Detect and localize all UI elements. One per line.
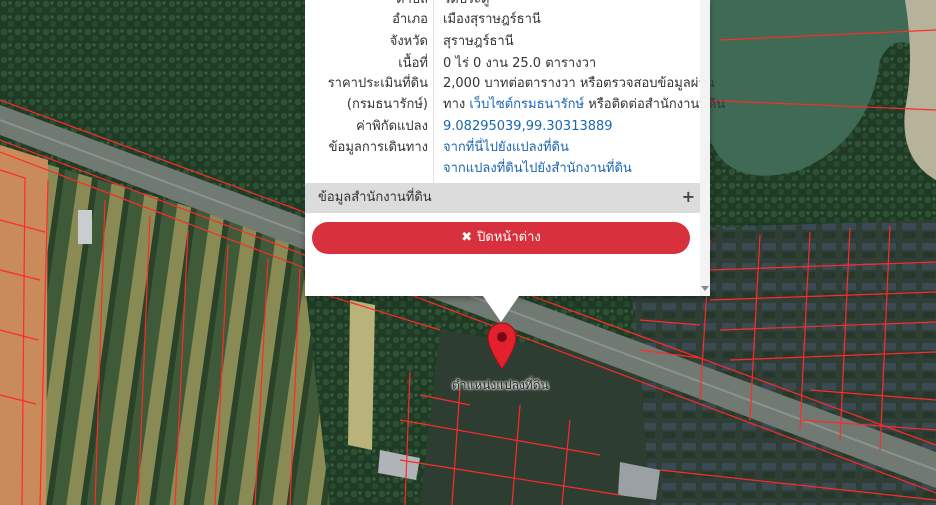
scroll-down-arrow-icon[interactable] [701, 286, 709, 291]
row-directions-2: จากแปลงที่ดินไปยังสำนักงานที่ดิน [305, 158, 700, 180]
building [78, 210, 92, 244]
close-window-button[interactable]: ✖ ปิดหน้าต่าง [312, 222, 690, 254]
price-label-2: (กรมธนารักษ์) [346, 97, 428, 112]
directions-to-office-link[interactable]: จากแปลงที่ดินไปยังสำนักงานที่ดิน [443, 161, 632, 176]
row-province: จังหวัด สุราษฎร์ธานี [305, 31, 700, 53]
treasury-website-link[interactable]: เว็บไซต์กรมธนารักษ์ [469, 97, 584, 112]
expand-plus-icon[interactable]: + [682, 182, 695, 212]
close-window-label: ปิดหน้าต่าง [477, 230, 541, 245]
directions-to-parcel-link[interactable]: จากที่นี่ไปยังแปลงที่ดิน [443, 140, 569, 155]
directions-value-2: จากแปลงที่ดินไปยังสำนักงานที่ดิน [443, 158, 632, 180]
land-office-title: ข้อมูลสำนักงานที่ดิน [318, 190, 432, 205]
row-price: ราคาประเมินที่ดิน 2,000 บาทต่อตารางวา หร… [305, 73, 715, 95]
district-label: อำเภอ [392, 12, 428, 27]
coords-label: ค่าพิกัดแปลง [356, 119, 428, 134]
row-directions: ข้อมูลการเดินทาง จากที่นี่ไปยังแปลงที่ดิ… [305, 137, 700, 159]
coords-link[interactable]: 9.08295039,99.30313889 [443, 119, 613, 134]
directions-label: ข้อมูลการเดินทาง [328, 140, 428, 155]
row-area: เนื้อที่ 0 ไร่ 0 งาน 25.0 ตารางวา [305, 53, 700, 75]
province-value: สุราษฎร์ธานี [443, 34, 514, 49]
map-pin-icon[interactable] [486, 322, 518, 370]
field-strip [348, 300, 375, 450]
row-district: อำเภอ เมืองสุราษฎร์ธานี [305, 9, 700, 31]
district-value: เมืองสุราษฎร์ธานี [443, 12, 541, 27]
area-value: 0 ไร่ 0 งาน 25.0 ตารางวา [443, 56, 597, 71]
price-value: 2,000 บาทต่อตารางวา หรือตรวจสอบข้อมูลผ่า… [443, 76, 715, 91]
popup-scrollbar[interactable] [700, 0, 710, 296]
row-coords: ค่าพิกัดแปลง 9.08295039,99.30313889 [305, 116, 700, 138]
coords-value: 9.08295039,99.30313889 [443, 116, 613, 138]
directions-value-1: จากที่นี่ไปยังแปลงที่ดิน [443, 137, 569, 159]
price-text-pre: ทาง [443, 97, 470, 112]
popup-pointer [483, 296, 519, 322]
parcel-info-popup: ตำบล วัดประดู่ อำเภอ เมืองสุราษฎร์ธานี จ… [305, 0, 725, 296]
province-label: จังหวัด [389, 34, 428, 49]
close-icon: ✖ [461, 230, 473, 245]
area-label: เนื้อที่ [398, 56, 428, 71]
price-label: ราคาประเมินที่ดิน [327, 76, 428, 91]
row-price-2: (กรมธนารักษ์) ทาง เว็บไซต์กรมธนารักษ์ หร… [305, 94, 725, 116]
parcel-location-label: ตำแหน่งแปลงที่ดิน [452, 378, 549, 392]
price-value-2: ทาง เว็บไซต์กรมธนารักษ์ หรือติดต่อสำนักง… [443, 94, 725, 116]
land-office-section[interactable]: ข้อมูลสำนักงานที่ดิน + [305, 183, 700, 213]
